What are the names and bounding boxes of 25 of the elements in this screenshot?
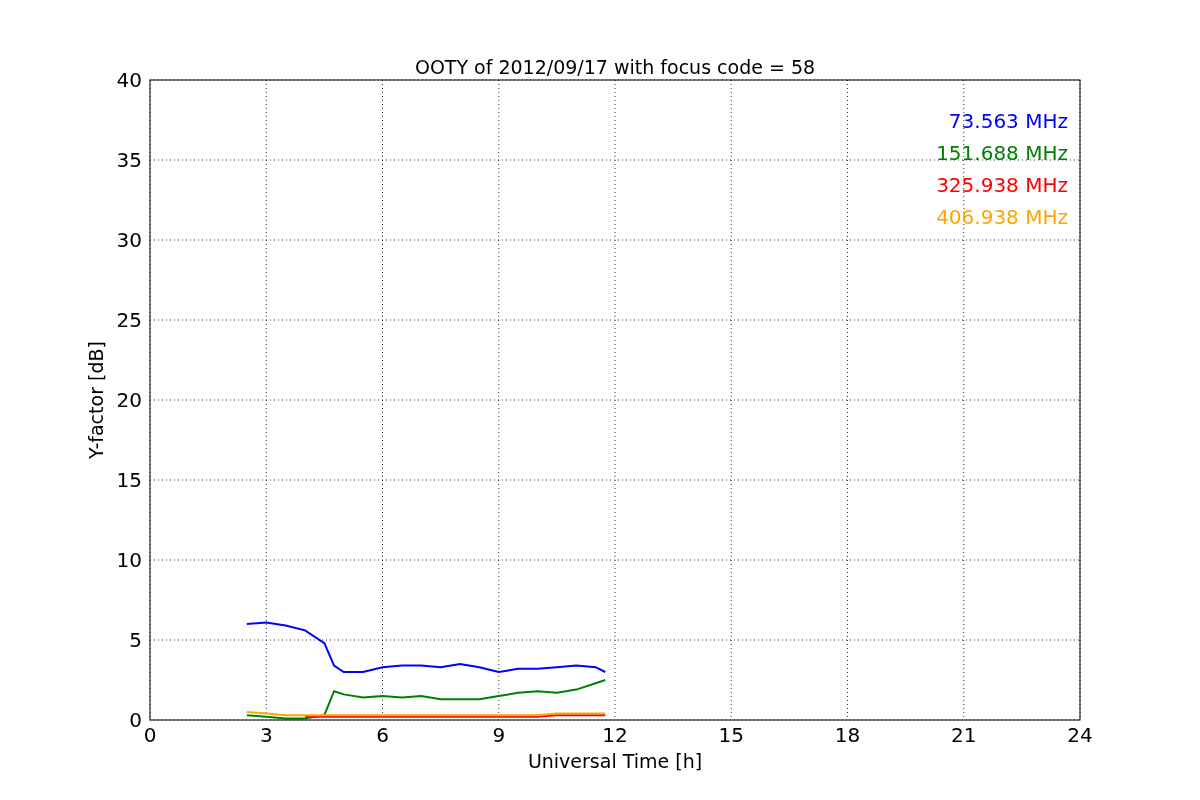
legend-label: 151.688 MHz xyxy=(936,141,1068,165)
y-tick-label: 40 xyxy=(116,68,142,92)
y-tick-label: 0 xyxy=(129,708,142,732)
y-tick-label: 15 xyxy=(116,468,142,492)
x-tick-label: 3 xyxy=(259,723,273,747)
x-tick-label: 15 xyxy=(718,723,744,747)
x-axis-label: Universal Time [h] xyxy=(527,750,703,772)
x-tick-label: 12 xyxy=(602,723,628,747)
y-tick-label: 30 xyxy=(116,228,142,252)
x-tick-label: 0 xyxy=(143,723,157,747)
x-tick-label: 18 xyxy=(834,723,861,747)
x-tick-label: 6 xyxy=(376,723,389,747)
chart-title: OOTY of 2012/09/17 with focus code = 58 xyxy=(414,56,816,78)
x-tick-label: 21 xyxy=(951,723,977,747)
x-tick-label: 24 xyxy=(1067,723,1093,747)
y-tick-label: 25 xyxy=(116,308,142,332)
legend-label: 73.563 MHz xyxy=(948,109,1068,133)
legend-label: 325.938 MHz xyxy=(936,173,1068,197)
y-tick-label: 10 xyxy=(116,548,142,572)
y-tick-label: 35 xyxy=(116,148,142,172)
y-tick-label: 5 xyxy=(129,628,142,652)
y-axis-label: Y-factor [dB] xyxy=(85,341,107,459)
x-tick-label: 9 xyxy=(492,723,506,747)
y-tick-label: 20 xyxy=(116,388,142,412)
legend-label: 406.938 MHz xyxy=(936,205,1068,229)
